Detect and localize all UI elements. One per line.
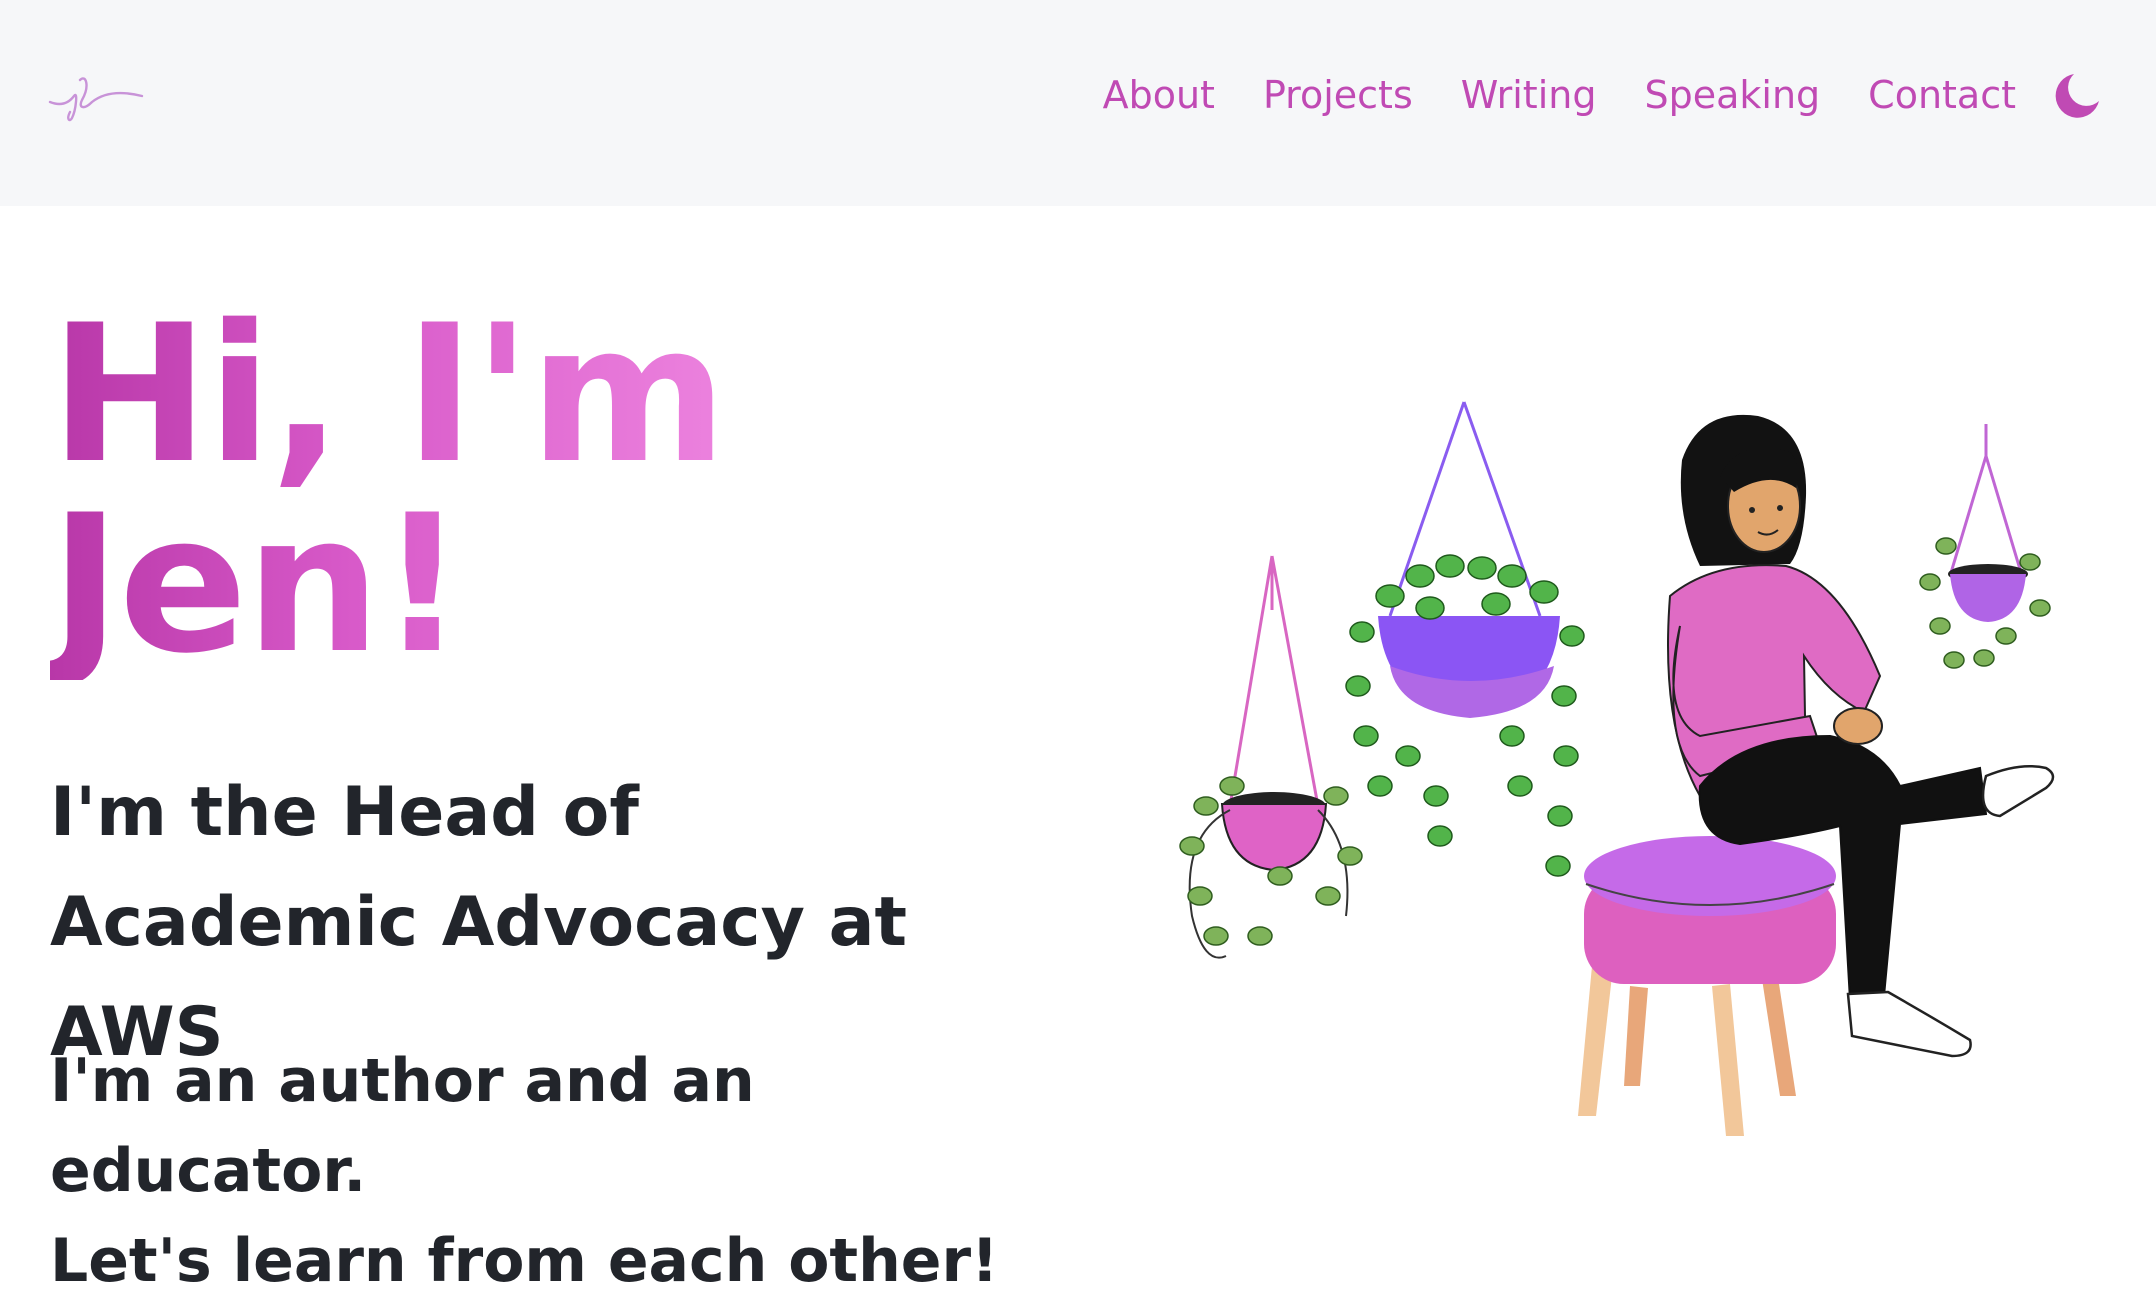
tagline-line-2: Let's learn from each other! xyxy=(50,1226,999,1296)
hero-illustration xyxy=(1140,396,2080,1146)
stool xyxy=(1578,836,1836,1136)
main-nav: About Projects Writing Speaking Contact xyxy=(1103,62,2156,128)
hero-tagline: I'm an author and an educator. Let's lea… xyxy=(50,1036,1030,1306)
left-hanging-plant xyxy=(1179,555,1363,959)
logo-signature-icon xyxy=(48,77,144,122)
site-header: About Projects Writing Speaking Contact xyxy=(0,0,2156,206)
nav-link-about[interactable]: About xyxy=(1103,73,1215,117)
nav-link-projects[interactable]: Projects xyxy=(1263,73,1413,117)
woman-with-plants-illustration xyxy=(1179,401,2055,1136)
site-logo[interactable] xyxy=(46,66,146,128)
hero-title: Hi, I'm Jen! xyxy=(50,300,725,680)
hero-title-line-1: Hi, I'm xyxy=(50,284,726,505)
center-hanging-plant xyxy=(1345,401,1585,877)
hero-title-line-2: Jen! xyxy=(50,474,464,695)
nav-link-speaking[interactable]: Speaking xyxy=(1644,73,1820,117)
moon-icon xyxy=(2055,74,2099,118)
nav-link-writing[interactable]: Writing xyxy=(1461,73,1597,117)
nav-link-contact[interactable]: Contact xyxy=(1868,73,2016,117)
tagline-line-1: I'm an author and an educator. xyxy=(50,1046,755,1206)
right-hanging-plant xyxy=(1919,424,2051,669)
theme-toggle-button[interactable] xyxy=(2052,69,2104,121)
